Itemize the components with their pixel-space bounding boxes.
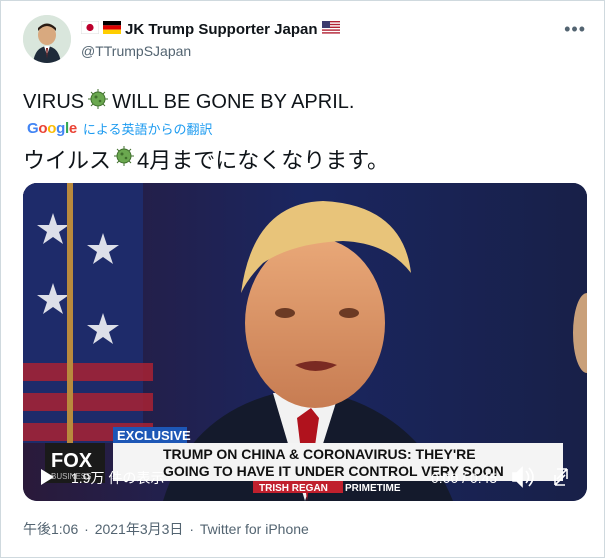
tweet-text-end: WILL BE GONE BY APRIL. xyxy=(112,90,355,113)
avatar[interactable] xyxy=(23,15,71,63)
translated-text-start: ウイルス xyxy=(23,148,112,173)
virus-emoji-icon xyxy=(86,87,110,117)
tweet-card: JK Trump Supporter Japan @TTrumpSJapan •… xyxy=(0,0,605,558)
video-frame: EXCLUSIVE TRUMP ON CHINA & CORONAVIRUS: … xyxy=(23,183,587,501)
view-count: 1.9万 件の表示 xyxy=(71,470,164,486)
show-name: PRIMETIME xyxy=(345,483,401,494)
usa-flag-icon xyxy=(321,21,340,38)
author-display-name[interactable]: JK Trump Supporter Japan xyxy=(125,21,318,38)
more-options-icon[interactable]: ••• xyxy=(564,19,586,40)
translated-text: ウイルス 4月までになくなります。 xyxy=(23,143,389,175)
banner-headline-1: TRUMP ON CHINA & CORONAVIRUS: THEY'RE xyxy=(163,446,476,462)
japan-flag-icon xyxy=(80,20,100,38)
anchor-name: TRISH REGAN xyxy=(259,483,328,494)
fox-logo: FOX xyxy=(51,450,93,472)
meta-separator: · xyxy=(189,521,194,537)
translation-label[interactable]: による英語からの翻訳 xyxy=(83,119,213,138)
author-handle[interactable]: @TTrumpSJapan xyxy=(81,43,191,59)
translated-text-end: 4月までになくなります。 xyxy=(137,148,390,173)
translation-attribution[interactable]: Google による英語からの翻訳 xyxy=(27,119,213,138)
tweet-text-start: VIRUS xyxy=(23,90,85,113)
tweet-date[interactable]: 2021年3月3日 xyxy=(95,521,184,537)
tweet-text: VIRUS WILL BE GONE BY APRIL. xyxy=(23,87,354,117)
tweet-source[interactable]: Twitter for iPhone xyxy=(200,521,309,537)
tweet-meta: 午後1:06 · 2021年3月3日 · Twitter for iPhone xyxy=(23,519,311,539)
video-player[interactable]: EXCLUSIVE TRUMP ON CHINA & CORONAVIRUS: … xyxy=(23,183,587,501)
google-logo: Google xyxy=(27,120,77,137)
virus-emoji-icon xyxy=(112,144,136,174)
banner-exclusive: EXCLUSIVE xyxy=(117,428,191,443)
germany-flag-icon xyxy=(103,21,121,38)
author-name-row[interactable]: JK Trump Supporter Japan xyxy=(80,20,340,38)
video-time: 0:00 / 0:45 xyxy=(431,470,497,486)
tweet-time[interactable]: 午後1:06 xyxy=(23,521,78,537)
meta-separator: · xyxy=(84,521,89,537)
